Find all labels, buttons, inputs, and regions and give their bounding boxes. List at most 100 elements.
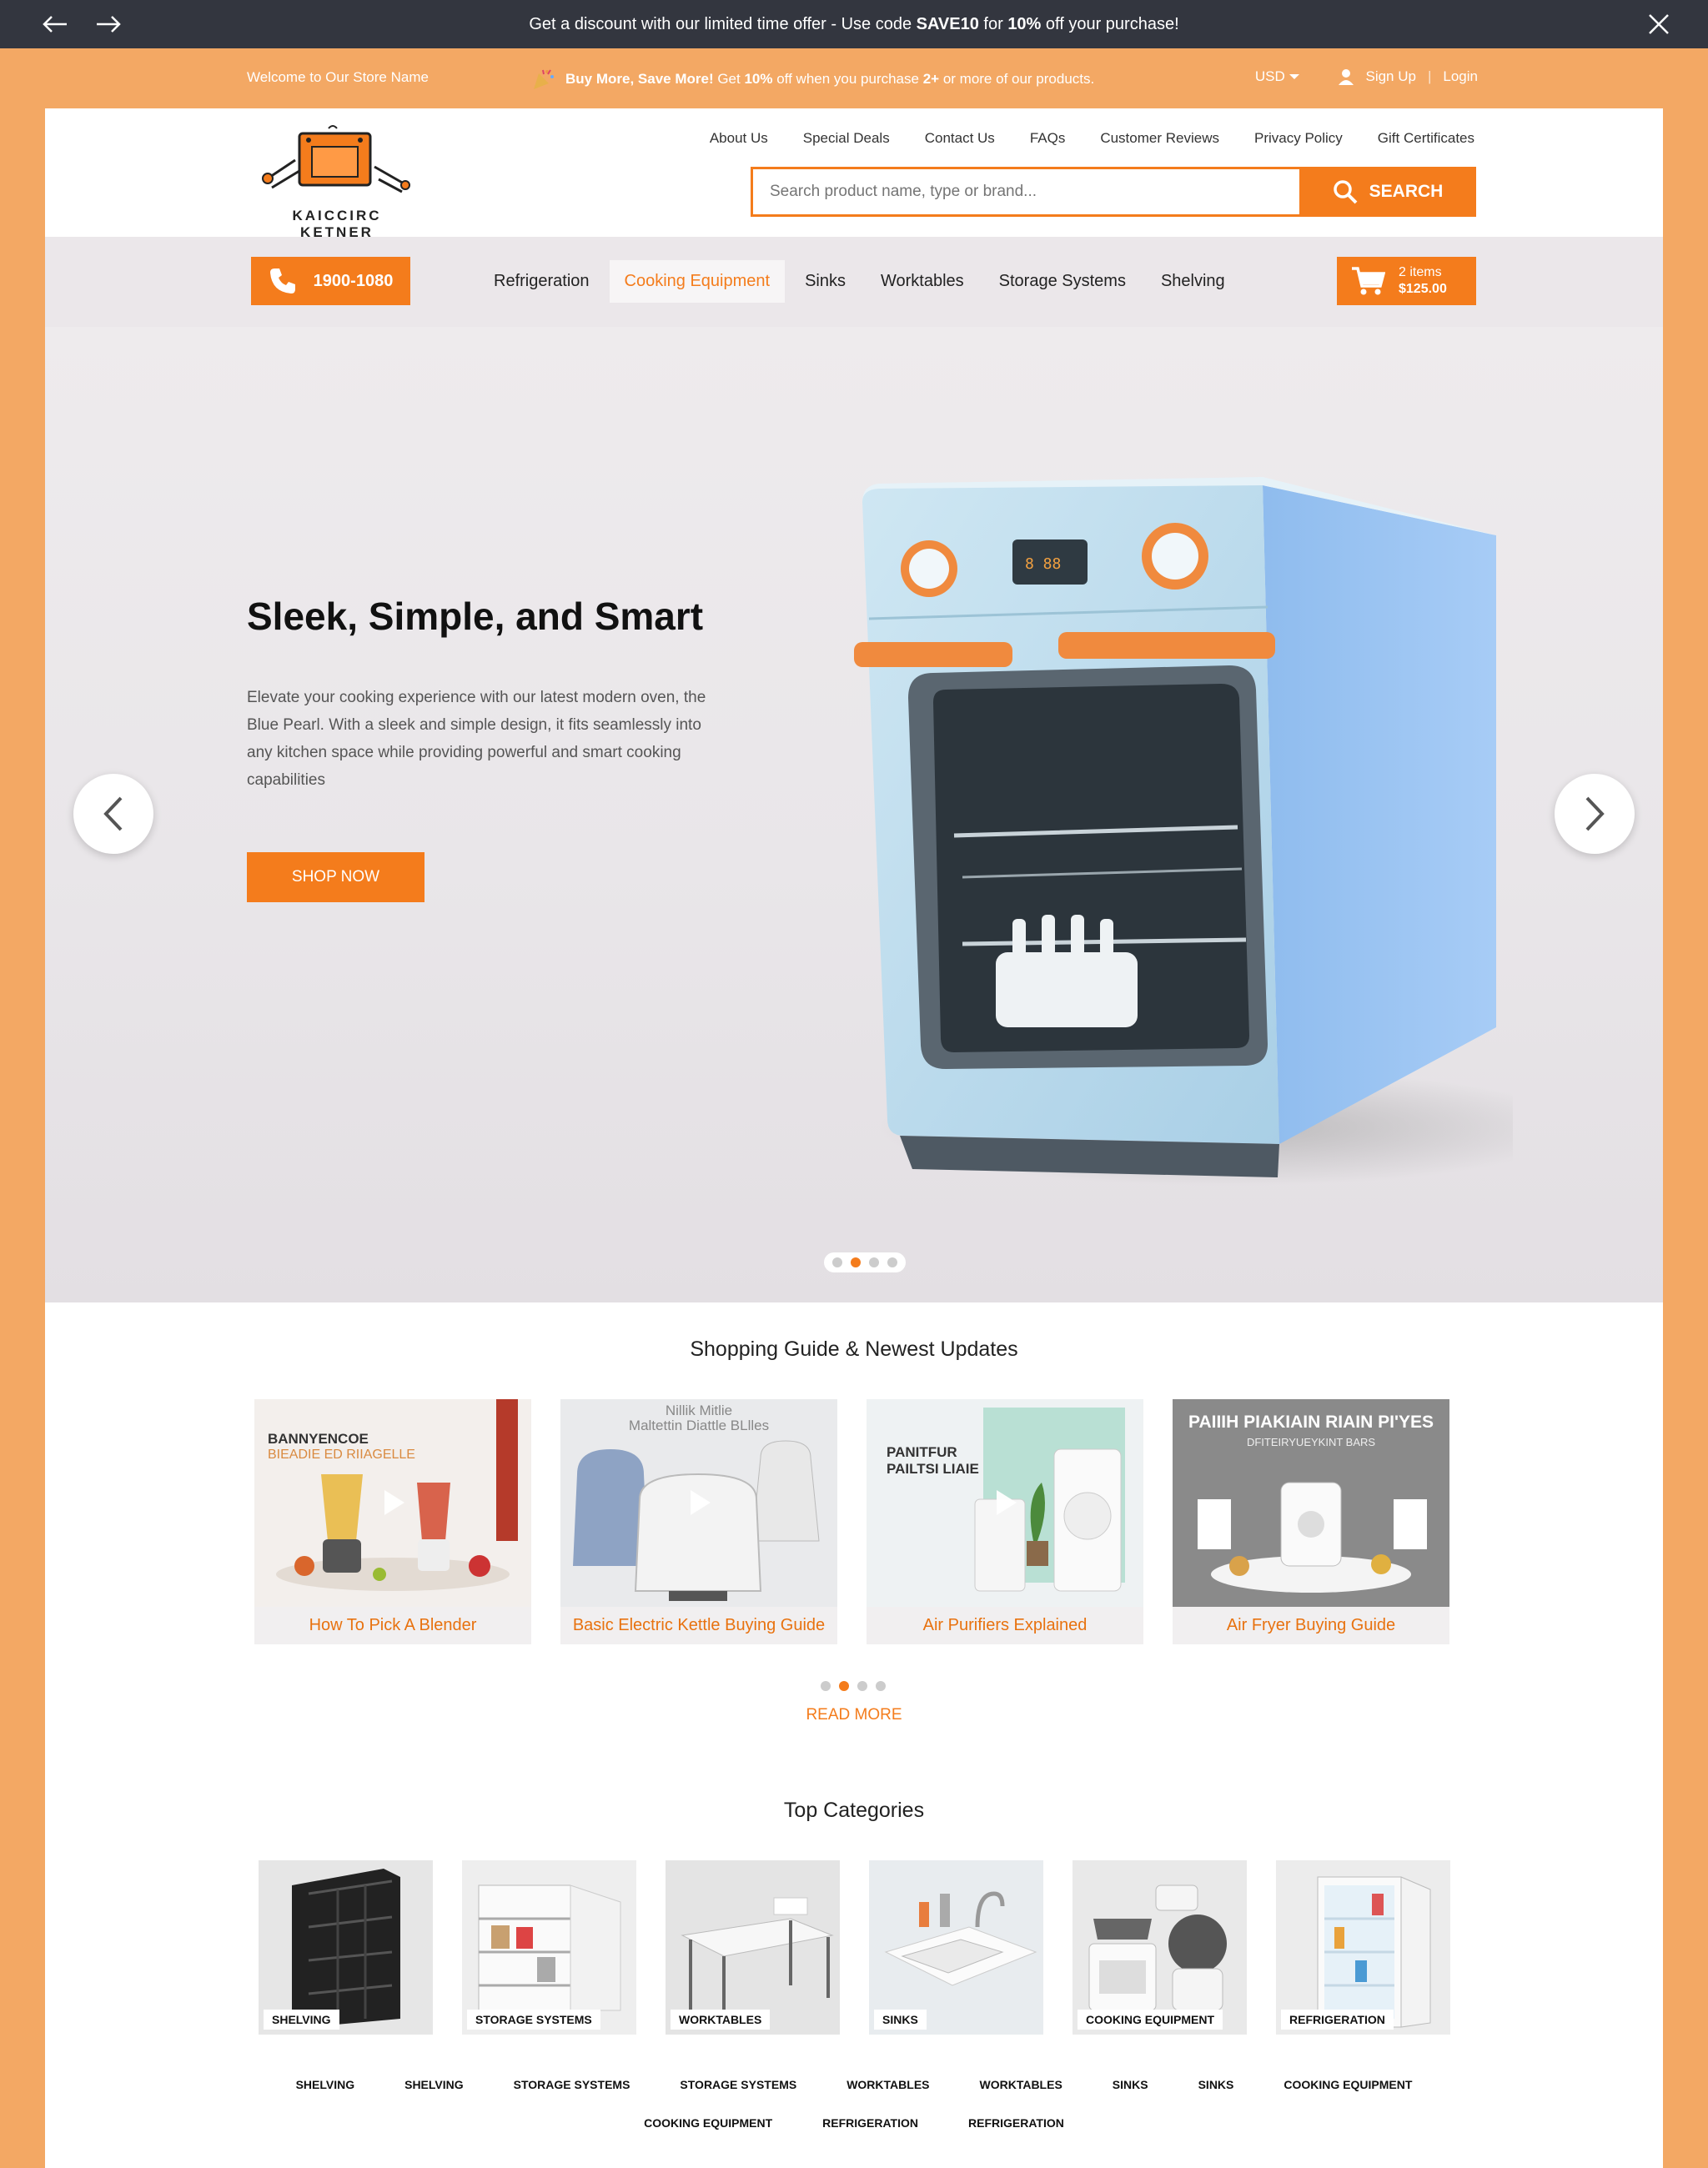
hero-dot-1[interactable]	[832, 1257, 842, 1267]
arrow-right-icon[interactable]	[95, 14, 122, 34]
category-link[interactable]: SHELVING	[404, 2078, 464, 2091]
category-card-cooking-equipment[interactable]: COOKING EQUIPMENT	[1073, 1860, 1247, 2035]
hero-prev-button[interactable]	[73, 774, 153, 854]
separator: |	[1427, 68, 1432, 84]
link-about-us[interactable]: About Us	[710, 130, 768, 147]
guide-dot-1[interactable]	[821, 1681, 831, 1691]
account-links: USD Sign Up | Login	[1255, 68, 1478, 85]
guide-carousel: BANNYENCOE BIEADIE ED RIIAGELLE How To P…	[254, 1399, 1449, 1644]
promo-qty: 2+	[922, 71, 940, 87]
category-link[interactable]: REFRIGERATION	[822, 2116, 918, 2130]
storage-illustration	[478, 1884, 621, 2011]
currency-select[interactable]: USD	[1255, 68, 1301, 85]
hero-dot-3[interactable]	[869, 1257, 879, 1267]
signup-link[interactable]: Sign Up	[1365, 68, 1415, 85]
nav-storage-systems[interactable]: Storage Systems	[984, 260, 1141, 303]
play-icon[interactable]	[682, 1486, 716, 1519]
phone-number: 1900-1080	[313, 271, 394, 290]
category-link[interactable]: SINKS	[1198, 2078, 1234, 2091]
guide-image-kettle: Nillik Mitlie Maltettin Diattle BLlles	[560, 1399, 837, 1607]
play-icon[interactable]	[988, 1486, 1022, 1519]
category-link[interactable]: REFRIGERATION	[968, 2116, 1064, 2130]
promo-text: Buy More, Save More! Get 10% off when yo…	[565, 71, 1094, 88]
category-tag: STORAGE SYSTEMS	[467, 2010, 600, 2030]
arrow-left-icon[interactable]	[42, 14, 68, 34]
category-link[interactable]: STORAGE SYSTEMS	[514, 2078, 630, 2091]
read-more-link[interactable]: READ MORE	[45, 1706, 1663, 1724]
category-card-shelving[interactable]: SHELVING	[259, 1860, 433, 2035]
shelving-illustration	[292, 1869, 400, 2027]
guide-dot-3[interactable]	[857, 1681, 867, 1691]
hero-slider: Sleek, Simple, and Smart Elevate your co…	[45, 327, 1663, 1302]
category-link[interactable]: WORKTABLES	[980, 2078, 1062, 2091]
category-link[interactable]: STORAGE SYSTEMS	[680, 2078, 796, 2091]
nav-shelving[interactable]: Shelving	[1146, 260, 1240, 303]
category-link[interactable]: COOKING EQUIPMENT	[1284, 2078, 1412, 2091]
guide-image-purifier: PANITFUR PAILTSI LIAIE	[867, 1399, 1143, 1607]
promo-pct: 10%	[744, 71, 773, 87]
cart-summary: 2 items $125.00	[1399, 264, 1447, 298]
nav-refrigeration[interactable]: Refrigeration	[479, 260, 605, 303]
announcement-text: Get a discount with our limited time off…	[529, 15, 1178, 34]
hero-dot-4[interactable]	[887, 1257, 897, 1267]
guide-dots	[812, 1676, 894, 1696]
search-icon	[1333, 180, 1358, 204]
nav-sinks[interactable]: Sinks	[790, 260, 861, 303]
promo-end: or more of our products.	[939, 71, 1095, 87]
link-privacy-policy[interactable]: Privacy Policy	[1254, 130, 1343, 147]
phone-button[interactable]: 1900-1080	[251, 257, 410, 305]
logo-text: KAICCIRC KETNER	[292, 208, 382, 240]
link-gift-certificates[interactable]: Gift Certificates	[1378, 130, 1474, 147]
search-bar: SEARCH	[751, 167, 1476, 217]
hero-description: Elevate your cooking experience with our…	[247, 689, 706, 789]
category-card-refrigeration[interactable]: REFRIGERATION	[1276, 1860, 1450, 2035]
nav-cooking-equipment[interactable]: Cooking Equipment	[609, 260, 786, 303]
category-tag: REFRIGERATION	[1281, 2010, 1394, 2030]
shop-now-button[interactable]: SHOP NOW	[247, 852, 424, 902]
category-link[interactable]: SINKS	[1113, 2078, 1148, 2091]
phone-icon	[269, 268, 295, 294]
hero-slide-indicators	[824, 1252, 906, 1272]
search-button-label: SEARCH	[1369, 182, 1444, 201]
hero-dot-2[interactable]	[851, 1257, 861, 1267]
category-nav: 1900-1080 Refrigeration Cooking Equipmen…	[45, 237, 1663, 327]
cart-total: $125.00	[1399, 282, 1447, 296]
guide-caption[interactable]: Air Fryer Buying Guide	[1173, 1607, 1449, 1644]
store-logo[interactable]: KAICCIRC KETNER	[254, 125, 420, 248]
guide-card[interactable]: BANNYENCOE BIEADIE ED RIIAGELLE How To P…	[254, 1399, 531, 1644]
close-announcement-button[interactable]	[1648, 0, 1670, 48]
link-faqs[interactable]: FAQs	[1030, 130, 1066, 147]
category-link[interactable]: WORKTABLES	[846, 2078, 929, 2091]
guide-card[interactable]: PAIIIH PIAKIAIN RIAIN PI'YES DFITEIRYUEY…	[1173, 1399, 1449, 1644]
search-input[interactable]	[751, 167, 1299, 217]
guide-caption[interactable]: Basic Electric Kettle Buying Guide	[560, 1607, 837, 1644]
close-icon[interactable]	[1648, 13, 1670, 35]
guide-card[interactable]: PANITFUR PAILTSI LIAIE Air Purifiers Exp…	[867, 1399, 1143, 1644]
guide-card[interactable]: Nillik Mitlie Maltettin Diattle BLlles B…	[560, 1399, 837, 1644]
play-icon[interactable]	[376, 1486, 409, 1519]
search-button[interactable]: SEARCH	[1299, 167, 1476, 217]
category-card-storage-systems[interactable]: STORAGE SYSTEMS	[462, 1860, 636, 2035]
svg-text:8 88: 8 88	[1025, 555, 1061, 573]
link-contact-us[interactable]: Contact Us	[925, 130, 995, 147]
category-link[interactable]: SHELVING	[296, 2078, 355, 2091]
chevron-down-icon	[1289, 74, 1300, 79]
guide-dot-4[interactable]	[876, 1681, 886, 1691]
category-tag: SHELVING	[264, 2010, 339, 2030]
link-special-deals[interactable]: Special Deals	[803, 130, 890, 147]
category-tag: COOKING EQUIPMENT	[1078, 2010, 1223, 2030]
cart-button[interactable]: 2 items $125.00	[1337, 257, 1476, 305]
party-popper-icon	[534, 69, 554, 89]
hero-next-button[interactable]	[1555, 774, 1635, 854]
category-card-sinks[interactable]: SINKS	[869, 1860, 1043, 2035]
currency-value: USD	[1254, 68, 1285, 84]
login-link[interactable]: Login	[1443, 68, 1478, 85]
guide-dot-2[interactable]	[839, 1681, 849, 1691]
category-link[interactable]: COOKING EQUIPMENT	[644, 2116, 772, 2130]
nav-worktables[interactable]: Worktables	[866, 260, 979, 303]
link-customer-reviews[interactable]: Customer Reviews	[1100, 130, 1219, 147]
guide-caption[interactable]: Air Purifiers Explained	[867, 1607, 1143, 1644]
promo-bold: Buy More, Save More!	[565, 71, 714, 87]
category-card-worktables[interactable]: WORKTABLES	[666, 1860, 840, 2035]
guide-caption[interactable]: How To Pick A Blender	[254, 1607, 531, 1644]
